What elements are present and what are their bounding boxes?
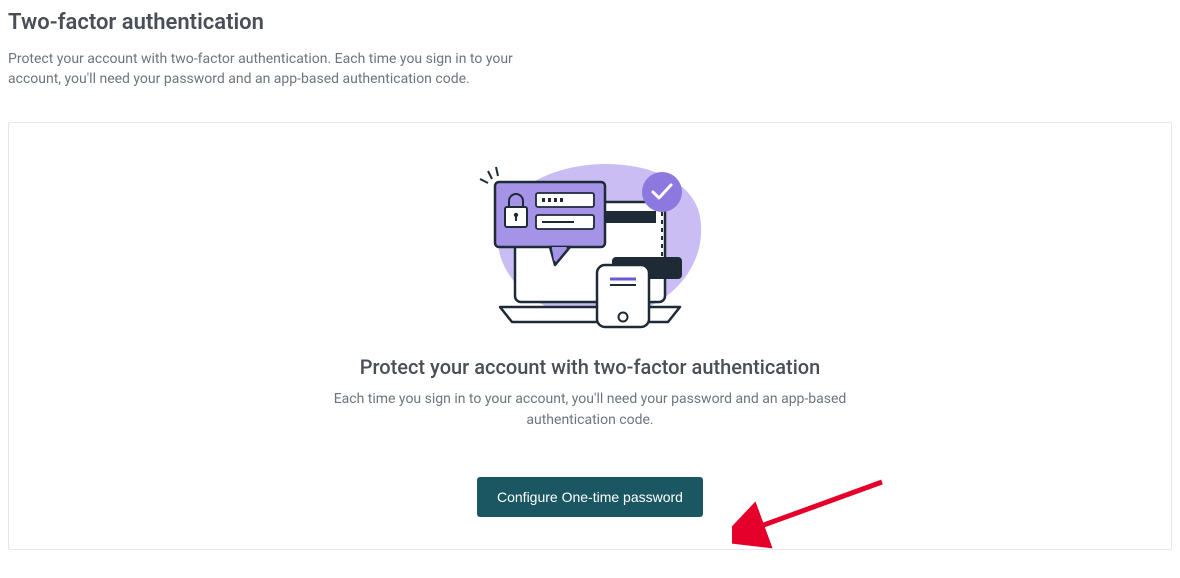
page-subtitle: Protect your account with two-factor aut… <box>8 49 568 90</box>
card-heading: Protect your account with two-factor aut… <box>360 355 821 379</box>
two-factor-illustration <box>440 157 740 337</box>
page-title: Two-factor authentication <box>8 10 1172 35</box>
two-factor-card: Protect your account with two-factor aut… <box>8 122 1172 550</box>
configure-otp-button[interactable]: Configure One-time password <box>477 477 703 517</box>
card-description: Each time you sign in to your account, y… <box>330 389 850 431</box>
